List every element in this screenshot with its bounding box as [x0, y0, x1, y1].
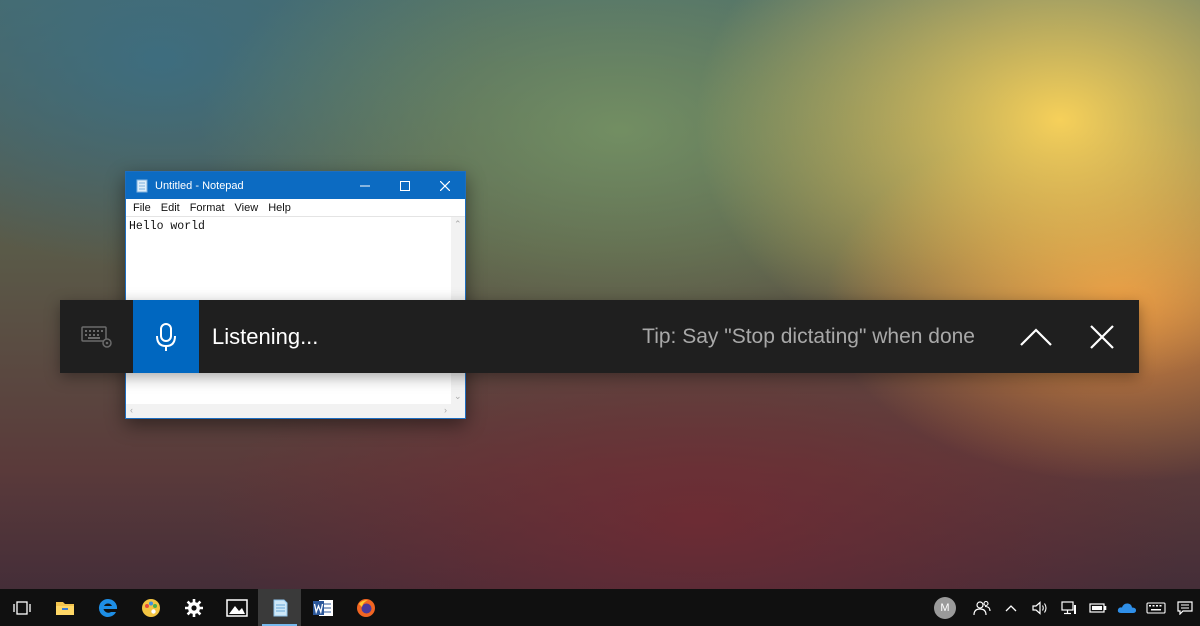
close-icon [1090, 324, 1114, 349]
edge-icon [98, 598, 117, 617]
taskbar-file-explorer[interactable] [43, 589, 86, 626]
chevron-up-icon [1020, 327, 1052, 346]
taskbar-edge[interactable] [86, 589, 129, 626]
microphone-button[interactable] [133, 300, 199, 373]
photos-icon [225, 598, 248, 617]
microphone-icon [156, 322, 176, 351]
keyboard-settings-button[interactable] [60, 300, 133, 373]
task-view-button[interactable] [0, 589, 43, 626]
menu-file[interactable]: File [128, 202, 156, 214]
network-button[interactable] [1054, 589, 1083, 626]
show-hidden-icons-button[interactable] [996, 589, 1025, 626]
action-center-button[interactable] [1170, 589, 1200, 626]
task-view-icon [12, 600, 31, 615]
people-icon [972, 600, 991, 615]
collapse-button[interactable] [1003, 300, 1069, 373]
battery-icon [1088, 602, 1106, 613]
horizontal-scrollbar[interactable]: ‹ › [126, 404, 451, 418]
close-dictation-button[interactable] [1069, 300, 1135, 373]
menu-format[interactable]: Format [185, 202, 230, 214]
dictation-tip: Tip: Say "Stop dictating" when done [642, 324, 975, 348]
editor-content[interactable]: Hello world [126, 217, 465, 236]
close-icon [440, 180, 450, 191]
maximize-icon [400, 180, 410, 191]
touch-keyboard-button[interactable] [1141, 589, 1170, 626]
taskbar-paint-3d[interactable] [129, 589, 172, 626]
onedrive-button[interactable] [1112, 589, 1141, 626]
onedrive-icon [1117, 602, 1136, 613]
firefox-icon [356, 598, 375, 617]
maximize-button[interactable] [385, 172, 425, 199]
paint-3d-icon [141, 598, 160, 617]
taskbar-word[interactable] [301, 589, 344, 626]
keyboard-icon [1145, 601, 1166, 614]
file-explorer-icon [55, 601, 74, 615]
scroll-left-icon[interactable]: ‹ [130, 406, 133, 415]
window-title: Untitled - Notepad [155, 179, 244, 192]
settings-icon [184, 598, 203, 617]
battery-button[interactable] [1083, 589, 1112, 626]
system-tray: M [923, 589, 1200, 626]
dictation-toolbar: Listening... Tip: Say "Stop dictating" w… [60, 300, 1139, 373]
scroll-right-icon[interactable]: › [444, 406, 447, 415]
listening-status: Listening... [212, 323, 319, 349]
network-icon [1060, 600, 1076, 614]
volume-icon [1031, 600, 1047, 615]
notepad-icon [273, 599, 287, 616]
taskbar: M [0, 589, 1200, 626]
scroll-up-icon[interactable]: ⌃ [454, 220, 462, 229]
action-center-icon [1177, 600, 1193, 615]
chevron-up-icon [1005, 604, 1016, 611]
taskbar-firefox[interactable] [344, 589, 387, 626]
taskbar-settings[interactable] [172, 589, 215, 626]
people-button[interactable] [967, 589, 996, 626]
menu-edit[interactable]: Edit [156, 202, 185, 214]
notepad-titlebar[interactable]: Untitled - Notepad [126, 172, 465, 199]
keyboard-settings-icon [80, 325, 112, 348]
minimize-icon [360, 185, 370, 186]
menu-help[interactable]: Help [263, 202, 296, 214]
taskbar-photos[interactable] [215, 589, 258, 626]
notepad-app-icon [136, 179, 148, 192]
scroll-down-icon[interactable]: ⌄ [454, 392, 462, 401]
account-button[interactable]: M [923, 589, 967, 626]
avatar: M [934, 596, 956, 619]
minimize-button[interactable] [345, 172, 385, 199]
word-icon [312, 599, 333, 616]
taskbar-notepad[interactable] [258, 589, 301, 626]
menu-bar: File Edit Format View Help [126, 199, 465, 216]
volume-button[interactable] [1025, 589, 1054, 626]
close-window-button[interactable] [425, 172, 465, 199]
menu-view[interactable]: View [230, 202, 264, 214]
notepad-window[interactable]: Untitled - Notepad File Edit Format View… [125, 171, 466, 419]
resize-grip[interactable] [451, 404, 465, 418]
